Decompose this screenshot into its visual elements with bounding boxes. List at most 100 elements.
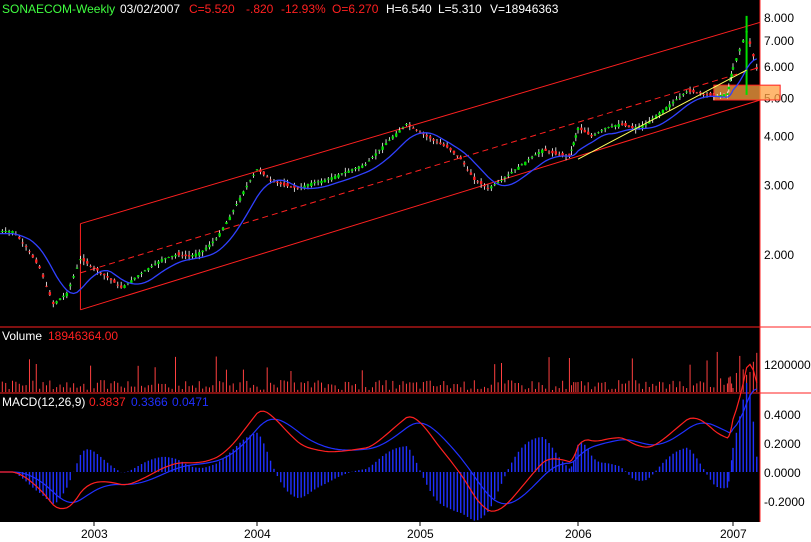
candle-body: [428, 136, 432, 139]
candle-body: [62, 295, 65, 298]
date-label: 03/02/2007: [120, 2, 180, 16]
candle-body: [225, 222, 228, 224]
date-tick-1: 2004: [244, 527, 271, 541]
candle-body: [388, 139, 391, 141]
candle-body: [269, 179, 272, 181]
candle-body: [65, 292, 69, 297]
candle-body: [459, 156, 462, 160]
candle-body: [109, 278, 113, 281]
candle-body: [86, 261, 89, 264]
candle-body: [160, 259, 164, 262]
candle-body: [462, 162, 466, 165]
candle-body: [157, 261, 160, 264]
candle-body: [507, 174, 510, 176]
candle-body: [452, 150, 456, 154]
candle-body: [665, 107, 668, 110]
candle-body: [727, 86, 731, 90]
candle-body: [174, 254, 177, 257]
candle-body: [583, 129, 586, 133]
candle-body: [395, 133, 398, 137]
macd-value: 0.3837: [89, 395, 126, 409]
candle-body: [69, 284, 72, 287]
candle-body: [18, 236, 21, 239]
candle-body: [333, 175, 337, 179]
candle-body: [306, 184, 310, 187]
candle-body: [58, 298, 62, 301]
candle-body: [510, 171, 513, 174]
candle-body: [320, 180, 323, 184]
candle-body: [586, 131, 590, 135]
candle-body: [603, 128, 607, 130]
candle-body: [682, 94, 685, 96]
candle-body: [384, 143, 388, 146]
candle-body: [1, 230, 4, 232]
candle-body: [21, 242, 24, 244]
candle-body: [561, 152, 564, 156]
candle-body: [113, 279, 116, 283]
candle-body: [597, 132, 600, 134]
histogram-value: 0.0471: [172, 395, 209, 409]
low-label: L=5.310: [438, 2, 482, 16]
price-tick-6: 2.000: [764, 248, 794, 262]
candle-body: [668, 104, 671, 108]
candle-body: [218, 233, 221, 237]
candle-body: [479, 181, 483, 185]
candle-body: [116, 284, 119, 286]
candle-body: [323, 179, 327, 183]
candle-body: [496, 182, 500, 184]
candle-body: [330, 177, 333, 180]
candle-body: [541, 149, 544, 154]
candle-body: [752, 54, 755, 57]
candle-body: [215, 238, 218, 240]
candle-body: [296, 187, 299, 189]
candle-body: [252, 174, 255, 176]
candle-body: [364, 164, 367, 166]
candle-body: [361, 165, 364, 168]
candle-body: [685, 91, 688, 93]
candle-body: [374, 153, 378, 156]
candle-body: [153, 263, 157, 265]
candle-body: [614, 125, 617, 127]
candle-body: [102, 273, 106, 276]
candle-body: [554, 151, 558, 155]
candle-body: [198, 252, 201, 256]
candle-body: [255, 169, 259, 171]
price-tick-4: 4.000: [764, 129, 794, 143]
candle-body: [513, 169, 517, 171]
candle-body: [415, 129, 418, 131]
candle-body: [574, 135, 578, 138]
candle-body: [661, 109, 665, 114]
candle-body: [238, 197, 242, 201]
change-pct-label: -12.93%: [281, 2, 326, 16]
candle-body: [75, 267, 79, 269]
candle-body: [313, 182, 316, 184]
candle-body: [483, 184, 486, 187]
candle-body: [702, 94, 705, 96]
candle-body: [327, 178, 330, 180]
chart-canvas: 1200000 0.4000 0.2000 0.0000 -0.2000 8.0…: [0, 0, 811, 542]
candle-body: [357, 166, 361, 169]
price-axis-panel: [760, 0, 811, 542]
chart-header: SONAECOM-Weekly 03/02/2007 C=5.520 -.820…: [2, 2, 559, 16]
candle-body: [24, 246, 28, 248]
candle-body: [412, 127, 415, 129]
macd-tick-2: 0.0000: [764, 466, 801, 480]
candle-body: [344, 171, 347, 174]
candle-body: [177, 252, 181, 256]
candle-body: [150, 265, 153, 267]
candle-body: [45, 285, 48, 287]
candle-body: [347, 170, 350, 173]
candle-body: [729, 80, 732, 82]
candle-body: [286, 183, 289, 187]
candle-body: [232, 210, 235, 212]
candle-body: [503, 177, 507, 179]
candle-body: [738, 49, 741, 52]
candle-body: [544, 148, 547, 151]
candle-body: [201, 250, 204, 253]
candle-body: [55, 301, 58, 304]
candle-body: [527, 159, 530, 161]
date-tick-0: 2003: [81, 527, 108, 541]
candle-body: [558, 154, 561, 156]
candle-body: [600, 130, 603, 132]
candle-body: [517, 166, 520, 170]
